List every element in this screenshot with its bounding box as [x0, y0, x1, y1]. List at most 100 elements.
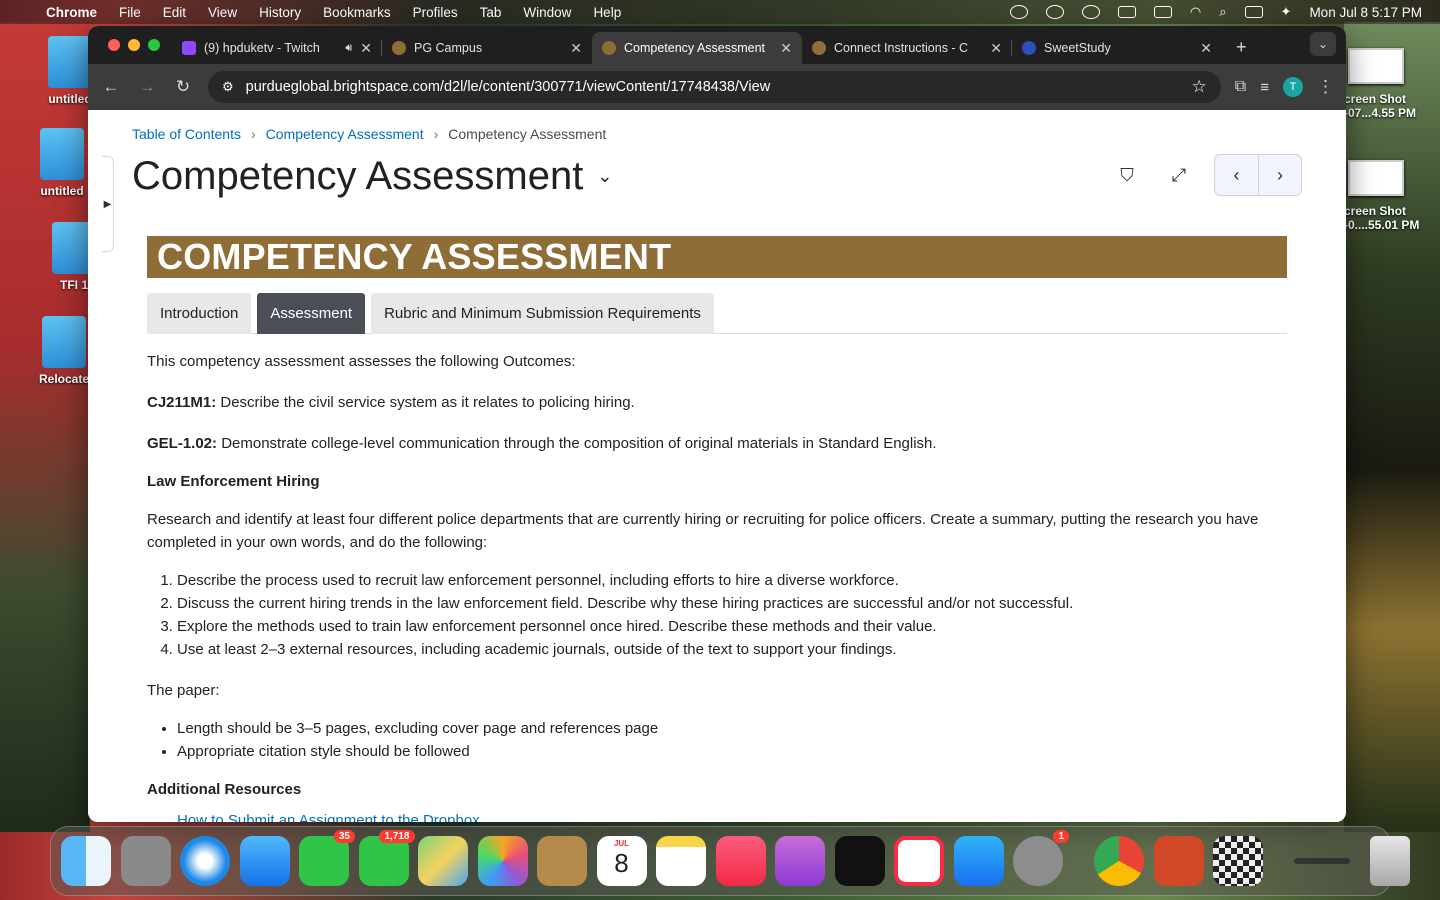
- menu-help[interactable]: Help: [593, 5, 621, 20]
- facetime-badge: 35: [333, 830, 355, 843]
- close-tab-icon[interactable]: ✕: [360, 40, 372, 57]
- folder-alias-icon: [42, 316, 86, 368]
- messages-icon[interactable]: 1,718: [358, 830, 415, 886]
- menubar-clock[interactable]: Mon Jul 8 5:17 PM: [1309, 5, 1422, 20]
- bookmark-icon[interactable]: ⛉: [1110, 158, 1144, 192]
- zoom-window-button[interactable]: [148, 39, 160, 51]
- battery-icon[interactable]: [1153, 6, 1172, 18]
- media-controls-icon[interactable]: ≡: [1260, 79, 1269, 96]
- task-list: Describe the process used to recruit law…: [147, 569, 1287, 661]
- messages-badge: 1,718: [379, 830, 415, 843]
- menu-tab[interactable]: Tab: [480, 5, 502, 20]
- breadcrumb-competency-assessment-module[interactable]: Competency Assessment: [266, 126, 424, 142]
- control-center-icon[interactable]: [1244, 6, 1263, 18]
- menu-edit[interactable]: Edit: [163, 5, 186, 20]
- close-tab-icon[interactable]: ✕: [1200, 40, 1212, 57]
- more-menu-icon[interactable]: ⋮: [1317, 77, 1334, 97]
- siri-icon[interactable]: ✦: [1281, 4, 1292, 20]
- address-bar[interactable]: ⚙︎ purdueglobal.brightspace.com/d2l/le/c…: [208, 71, 1221, 103]
- powerpoint-icon[interactable]: [1153, 836, 1204, 886]
- facetime-icon[interactable]: 35: [299, 830, 355, 886]
- close-tab-icon[interactable]: ✕: [990, 40, 1002, 57]
- expand-sidebar-button[interactable]: ▶: [102, 156, 114, 252]
- speaker-icon[interactable]: 🔊︎: [345, 42, 352, 55]
- chess-icon[interactable]: [1213, 836, 1263, 886]
- breadcrumb-table-of-contents[interactable]: Table of Contents: [132, 126, 241, 142]
- menu-app-chrome[interactable]: Chrome: [46, 5, 97, 20]
- tab-search-button[interactable]: ⌄: [1310, 32, 1336, 56]
- reload-icon[interactable]: ↻: [172, 77, 194, 97]
- menu-window[interactable]: Window: [523, 5, 571, 20]
- close-window-button[interactable]: [108, 39, 120, 51]
- dropbox-help-link[interactable]: How to Submit an Assignment to the Dropb…: [147, 812, 1287, 822]
- desktop-screenshot-1[interactable]: creen Shot -07...4.55 PM: [1344, 48, 1440, 120]
- menu-file[interactable]: File: [119, 5, 141, 20]
- apple-tv-icon[interactable]: [834, 836, 885, 886]
- photos-icon[interactable]: [477, 836, 528, 886]
- system-settings-icon[interactable]: 1: [1013, 830, 1069, 886]
- paper-label: The paper:: [147, 682, 220, 699]
- assessment-banner: COMPETENCY ASSESSMENT: [147, 236, 1287, 278]
- menu-profiles[interactable]: Profiles: [413, 5, 458, 20]
- menu-bookmarks[interactable]: Bookmarks: [323, 5, 391, 20]
- calendar-icon[interactable]: JUL 8: [596, 836, 647, 886]
- close-tab-icon[interactable]: ✕: [780, 40, 792, 57]
- title-toolbar: ⛉ ⤢ ‹ ›: [1110, 154, 1302, 196]
- tab-sweetstudy[interactable]: SweetStudy ✕: [1012, 32, 1222, 64]
- launchpad-icon[interactable]: [120, 836, 171, 886]
- bookmark-star-icon[interactable]: ☆: [1192, 77, 1207, 97]
- app-store-icon[interactable]: [953, 836, 1004, 886]
- spotlight-search-icon[interactable]: ⌕: [1219, 4, 1226, 20]
- finder-icon[interactable]: [61, 836, 111, 886]
- purdue-global-icon: [392, 41, 406, 55]
- back-arrow-icon[interactable]: ←: [100, 77, 122, 97]
- breadcrumb-current: Competency Assessment: [448, 126, 607, 142]
- chevron-down-icon[interactable]: ⌄: [597, 166, 612, 187]
- notes-icon[interactable]: [656, 836, 706, 886]
- menu-view[interactable]: View: [208, 5, 237, 20]
- contacts-icon[interactable]: [537, 836, 587, 886]
- mail-icon[interactable]: [239, 836, 290, 886]
- grammarly-icon[interactable]: [1009, 5, 1028, 19]
- tab-introduction[interactable]: Introduction: [147, 293, 252, 334]
- profile-avatar[interactable]: T: [1283, 77, 1303, 97]
- previous-topic-button[interactable]: ‹: [1215, 155, 1258, 195]
- tab-assessment[interactable]: Assessment: [257, 293, 366, 334]
- outcome-gel-102: GEL-1.02: Demonstrate college-level comm…: [147, 435, 937, 452]
- browser-toolbar: ← → ↻ ⚙︎ purdueglobal.brightspace.com/d2…: [88, 64, 1346, 110]
- settings-badge: 1: [1053, 830, 1069, 843]
- trash-icon[interactable]: [1369, 836, 1410, 886]
- menu-history[interactable]: History: [259, 5, 301, 20]
- menu-bar: Chrome File Edit View History Bookmarks …: [0, 0, 1440, 24]
- podcasts-icon[interactable]: [775, 836, 825, 886]
- list-item: Describe the process used to recruit law…: [177, 569, 1287, 592]
- tab-pg-campus[interactable]: PG Campus ✕: [382, 32, 592, 64]
- site-settings-icon[interactable]: ⚙︎: [222, 79, 234, 95]
- safari-icon[interactable]: [180, 836, 230, 886]
- music-icon[interactable]: [715, 836, 766, 886]
- news-icon[interactable]: [894, 836, 944, 886]
- next-topic-button[interactable]: ›: [1258, 155, 1301, 195]
- maps-icon[interactable]: [418, 836, 468, 886]
- forward-arrow-icon[interactable]: →: [136, 77, 158, 97]
- window-controls: [88, 39, 172, 64]
- downloads-stack-icon[interactable]: [1294, 836, 1350, 886]
- play-icon[interactable]: [1081, 5, 1100, 19]
- tab-twitch[interactable]: (9) hpduketv - Twitch 🔊︎ ✕: [172, 32, 382, 64]
- close-tab-icon[interactable]: ✕: [570, 40, 582, 57]
- desktop-screenshot-2[interactable]: creen Shot -0....55.01 PM: [1344, 160, 1440, 232]
- wifi-icon[interactable]: ◠: [1190, 4, 1201, 20]
- fullscreen-icon[interactable]: ⤢: [1162, 158, 1196, 192]
- extensions-icon[interactable]: ⧉: [1235, 78, 1246, 96]
- new-tab-button[interactable]: +: [1222, 37, 1261, 64]
- minimize-window-button[interactable]: [128, 39, 140, 51]
- creative-cloud-icon[interactable]: [1045, 5, 1064, 19]
- tab-connect-instructions[interactable]: Connect Instructions - C ✕: [802, 32, 1012, 64]
- folder-icon: [48, 36, 92, 88]
- tab-competency-assessment[interactable]: Competency Assessment ✕: [592, 32, 802, 64]
- list-item: Explore the methods used to train law en…: [177, 615, 1287, 638]
- tab-rubric[interactable]: Rubric and Minimum Submission Requiremen…: [371, 293, 714, 334]
- display-icon[interactable]: [1117, 6, 1136, 18]
- chrome-icon[interactable]: [1094, 836, 1144, 886]
- desktop-wallpaper-right: [1344, 22, 1440, 832]
